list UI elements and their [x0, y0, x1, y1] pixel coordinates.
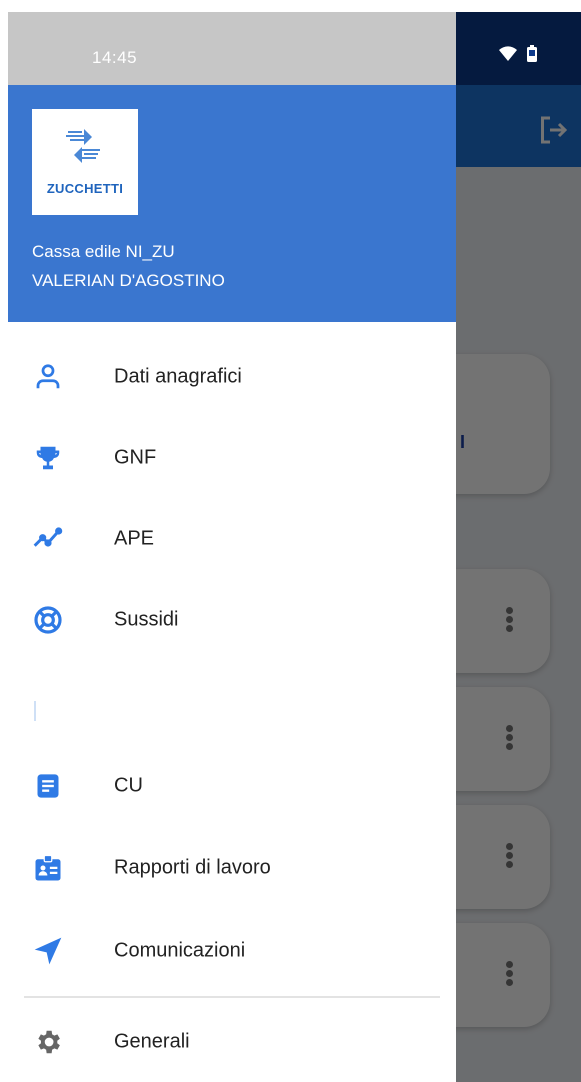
menu-item-gnf[interactable]: GNF — [8, 423, 456, 493]
menu-item-sussidi[interactable]: Sussidi — [8, 585, 456, 655]
send-icon — [32, 935, 64, 967]
menu-item-label: Comunicazioni — [114, 939, 246, 962]
menu-item-label: APE — [114, 527, 155, 550]
menu-divider — [24, 996, 440, 998]
gear-icon — [32, 1026, 64, 1058]
logo-text: ZUCCHETTI — [46, 181, 124, 196]
navigation-drawer: 14:45 ZUCCHETTI Cassa edile NI_ZU VALERI… — [8, 12, 456, 1082]
trophy-icon — [32, 442, 64, 474]
menu-item-dati-anagrafici[interactable]: Dati anagrafici — [8, 342, 456, 412]
menu-item-label: Sussidi — [114, 608, 179, 631]
menu-section-spacer — [34, 701, 36, 721]
menu-item-label: CU — [114, 774, 143, 797]
status-icons — [498, 45, 538, 63]
user-name: VALERIAN D'AGOSTINO — [32, 271, 225, 290]
menu-item-ape[interactable]: APE — [8, 504, 456, 574]
trend-line-icon — [32, 523, 64, 555]
person-icon — [32, 361, 64, 393]
menu-item-comunicazioni[interactable]: Comunicazioni — [8, 916, 456, 986]
status-time: 14:45 — [92, 48, 138, 67]
screen: I 14:45 — [8, 12, 581, 1082]
menu-item-label: Dati anagrafici — [114, 365, 242, 388]
document-icon — [32, 770, 64, 802]
drawer-header: ZUCCHETTI Cassa edile NI_ZU VALERIAN D'A… — [8, 85, 456, 322]
menu-item-rapporti-di-lavoro[interactable]: Rapporti di lavoro — [8, 833, 456, 903]
company-logo: ZUCCHETTI — [32, 109, 138, 215]
menu-item-cu[interactable]: CU — [8, 751, 456, 821]
battery-icon — [527, 45, 538, 62]
menu-item-label: GNF — [114, 446, 157, 469]
status-bar: 14:45 — [8, 12, 456, 85]
lifebuoy-icon — [32, 604, 64, 636]
logo-icon — [66, 129, 100, 163]
menu-item-generali[interactable]: Generali — [8, 1007, 456, 1077]
wifi-icon — [499, 46, 517, 61]
id-badge-icon — [32, 852, 64, 884]
menu-item-label: Rapporti di lavoro — [114, 856, 271, 879]
menu-item-label: Generali — [114, 1030, 190, 1053]
company-name: Cassa edile NI_ZU — [32, 242, 175, 261]
